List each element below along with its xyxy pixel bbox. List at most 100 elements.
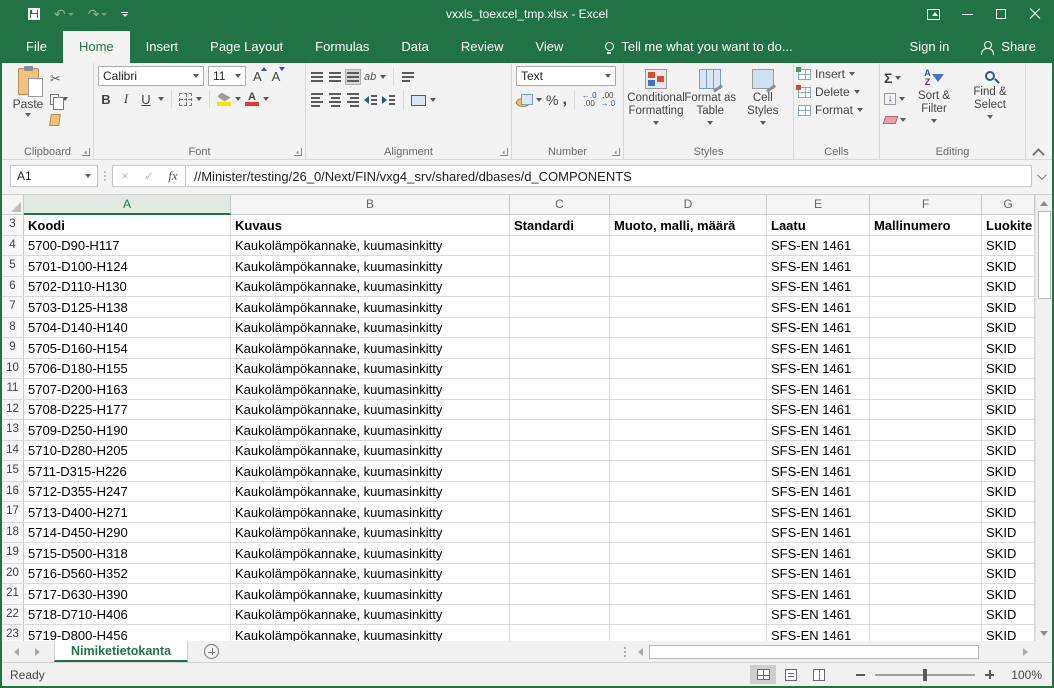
scroll-left-button[interactable] <box>632 641 649 662</box>
borders-button[interactable] <box>179 93 202 106</box>
save-button[interactable] <box>28 8 40 20</box>
row-number[interactable]: 7 <box>2 297 24 318</box>
row-number[interactable]: 12 <box>2 400 24 421</box>
row-number[interactable]: 19 <box>2 543 24 564</box>
cell-D12[interactable] <box>610 400 767 421</box>
cell-D15[interactable] <box>610 461 767 482</box>
cell-B10[interactable]: Kaukolämpökannake, kuumasinkitty <box>231 359 510 380</box>
cell-A17[interactable]: 5713-D400-H271 <box>24 502 231 523</box>
shrink-font-button[interactable]: A <box>269 69 284 84</box>
cell-E19[interactable]: SFS-EN 1461 <box>767 543 870 564</box>
cell-G7[interactable]: SKID <box>982 297 1035 318</box>
cell-E5[interactable]: SFS-EN 1461 <box>767 256 870 277</box>
format-cells-button[interactable]: Format <box>798 103 875 117</box>
cell-A16[interactable]: 5712-D355-H247 <box>24 482 231 503</box>
cell-F16[interactable] <box>870 482 982 503</box>
cell-A6[interactable]: 5702-D110-H130 <box>24 277 231 298</box>
cell-A5[interactable]: 5701-D100-H124 <box>24 256 231 277</box>
cell-D7[interactable] <box>610 297 767 318</box>
redo-button[interactable]: ↷ <box>88 7 108 21</box>
cell-B8[interactable]: Kaukolämpökannake, kuumasinkitty <box>231 318 510 339</box>
cell-D16[interactable] <box>610 482 767 503</box>
orientation-button[interactable]: ab <box>364 71 386 83</box>
italic-button[interactable]: I <box>118 91 134 107</box>
grow-font-button[interactable]: A <box>250 69 265 84</box>
cell-F6[interactable] <box>870 277 982 298</box>
cell-B13[interactable]: Kaukolämpökannake, kuumasinkitty <box>231 420 510 441</box>
sign-in-button[interactable]: Sign in <box>892 39 968 63</box>
cell-G16[interactable]: SKID <box>982 482 1035 503</box>
cell-A19[interactable]: 5715-D500-H318 <box>24 543 231 564</box>
underline-button[interactable]: U <box>138 92 154 107</box>
row-number[interactable]: 3 <box>2 215 24 236</box>
cell-G23[interactable]: SKID <box>982 625 1035 641</box>
cell-D19[interactable] <box>610 543 767 564</box>
decrease-decimal-button[interactable]: .00→.0 <box>601 92 616 108</box>
cell-A10[interactable]: 5706-D180-H155 <box>24 359 231 380</box>
cell-B11[interactable]: Kaukolämpökannake, kuumasinkitty <box>231 379 510 400</box>
cell-C13[interactable] <box>510 420 610 441</box>
cell-B18[interactable]: Kaukolämpökannake, kuumasinkitty <box>231 523 510 544</box>
cell-D21[interactable] <box>610 584 767 605</box>
share-button[interactable]: Share <box>967 39 1052 63</box>
cell-B12[interactable]: Kaukolämpökannake, kuumasinkitty <box>231 400 510 421</box>
cell-D13[interactable] <box>610 420 767 441</box>
font-name-combo[interactable]: Calibri <box>98 66 204 86</box>
row-number[interactable]: 4 <box>2 236 24 257</box>
cell-F13[interactable] <box>870 420 982 441</box>
row-number[interactable]: 8 <box>2 318 24 339</box>
cell-D11[interactable] <box>610 379 767 400</box>
clipboard-dialog-launcher[interactable] <box>82 148 90 156</box>
cell-E21[interactable]: SFS-EN 1461 <box>767 584 870 605</box>
cell-C22[interactable] <box>510 605 610 626</box>
cell-B9[interactable]: Kaukolämpökannake, kuumasinkitty <box>231 338 510 359</box>
cell-E23[interactable]: SFS-EN 1461 <box>767 625 870 641</box>
number-format-combo[interactable]: Text <box>516 66 616 86</box>
cell-B15[interactable]: Kaukolämpökannake, kuumasinkitty <box>231 461 510 482</box>
ribbon-display-options-button[interactable] <box>916 0 950 28</box>
cell-B17[interactable]: Kaukolämpökannake, kuumasinkitty <box>231 502 510 523</box>
insert-cells-button[interactable]: Insert <box>798 67 875 81</box>
expand-formula-bar-button[interactable] <box>1032 173 1048 180</box>
row-number[interactable]: 16 <box>2 482 24 503</box>
column-header-G[interactable]: G <box>982 195 1035 215</box>
cell-G18[interactable]: SKID <box>982 523 1035 544</box>
cell-G20[interactable]: SKID <box>982 564 1035 585</box>
cell-F20[interactable] <box>870 564 982 585</box>
cell-B21[interactable]: Kaukolämpökannake, kuumasinkitty <box>231 584 510 605</box>
increase-indent-button[interactable] <box>382 93 396 107</box>
cell-G9[interactable]: SKID <box>982 338 1035 359</box>
cell-E20[interactable]: SFS-EN 1461 <box>767 564 870 585</box>
cell-G10[interactable]: SKID <box>982 359 1035 380</box>
cell-A14[interactable]: 5710-D280-H205 <box>24 441 231 462</box>
cell-F8[interactable] <box>870 318 982 339</box>
alignment-dialog-launcher[interactable] <box>500 148 508 156</box>
row-number[interactable]: 14 <box>2 441 24 462</box>
row-number[interactable]: 6 <box>2 277 24 298</box>
cell-F19[interactable] <box>870 543 982 564</box>
cell-E12[interactable]: SFS-EN 1461 <box>767 400 870 421</box>
cell-E6[interactable]: SFS-EN 1461 <box>767 277 870 298</box>
cell-G12[interactable]: SKID <box>982 400 1035 421</box>
cell-G15[interactable]: SKID <box>982 461 1035 482</box>
previous-sheet-button[interactable] <box>14 648 19 656</box>
horizontal-scrollbar[interactable] <box>632 641 1034 662</box>
cell-D10[interactable] <box>610 359 767 380</box>
cell-F17[interactable] <box>870 502 982 523</box>
insert-function-button[interactable]: fx <box>161 168 185 184</box>
cell-B5[interactable]: Kaukolämpökannake, kuumasinkitty <box>231 256 510 277</box>
cell-E14[interactable]: SFS-EN 1461 <box>767 441 870 462</box>
cell-E10[interactable]: SFS-EN 1461 <box>767 359 870 380</box>
increase-decimal-button[interactable]: ←.0.00 <box>582 92 597 108</box>
cell-B23[interactable]: Kaukolämpökannake, kuumasinkitty <box>231 625 510 641</box>
cell-A11[interactable]: 5707-D200-H163 <box>24 379 231 400</box>
cell-G21[interactable]: SKID <box>982 584 1035 605</box>
cell-A7[interactable]: 5703-D125-H138 <box>24 297 231 318</box>
cell-G22[interactable]: SKID <box>982 605 1035 626</box>
cancel-entry-button[interactable]: × <box>113 169 137 183</box>
cell-C6[interactable] <box>510 277 610 298</box>
tab-view[interactable]: View <box>519 31 579 63</box>
normal-view-button[interactable] <box>750 665 776 684</box>
font-dialog-launcher[interactable] <box>294 148 302 156</box>
tab-data[interactable]: Data <box>385 31 444 63</box>
